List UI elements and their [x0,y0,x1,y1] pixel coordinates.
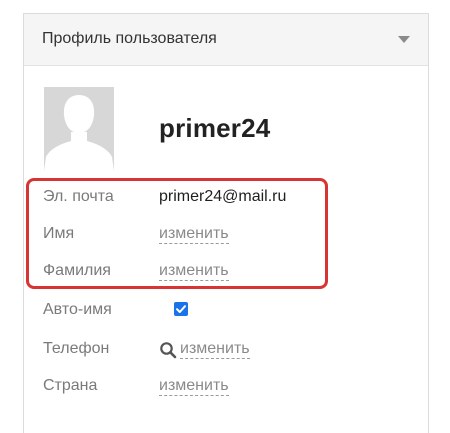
auto-name-label: Авто-имя [43,301,112,318]
phone-edit-link[interactable]: изменить [180,340,250,359]
first-name-edit-link[interactable]: изменить [159,225,229,244]
email-value: primer24@mail.ru [159,188,287,205]
first-name-label: Имя [43,225,75,242]
panel-title: Профиль пользователя [42,30,217,47]
country-label: Страна [43,377,98,394]
email-label: Эл. почта [43,188,114,205]
username: primer24 [159,113,271,143]
country-edit-link[interactable]: изменить [159,377,229,396]
panel-header[interactable]: Профиль пользователя [24,14,428,66]
user-profile-panel: Профиль пользователя [23,13,429,433]
chevron-down-icon[interactable] [398,36,410,43]
last-name-label: Фамилия [43,262,111,279]
user-silhouette-icon [44,95,114,171]
auto-name-checkbox[interactable] [174,302,188,316]
phone-label: Телефон [43,340,110,357]
checkmark-icon [176,305,186,313]
avatar [44,87,114,171]
search-icon[interactable] [159,341,177,359]
last-name-edit-link[interactable]: изменить [159,262,229,281]
